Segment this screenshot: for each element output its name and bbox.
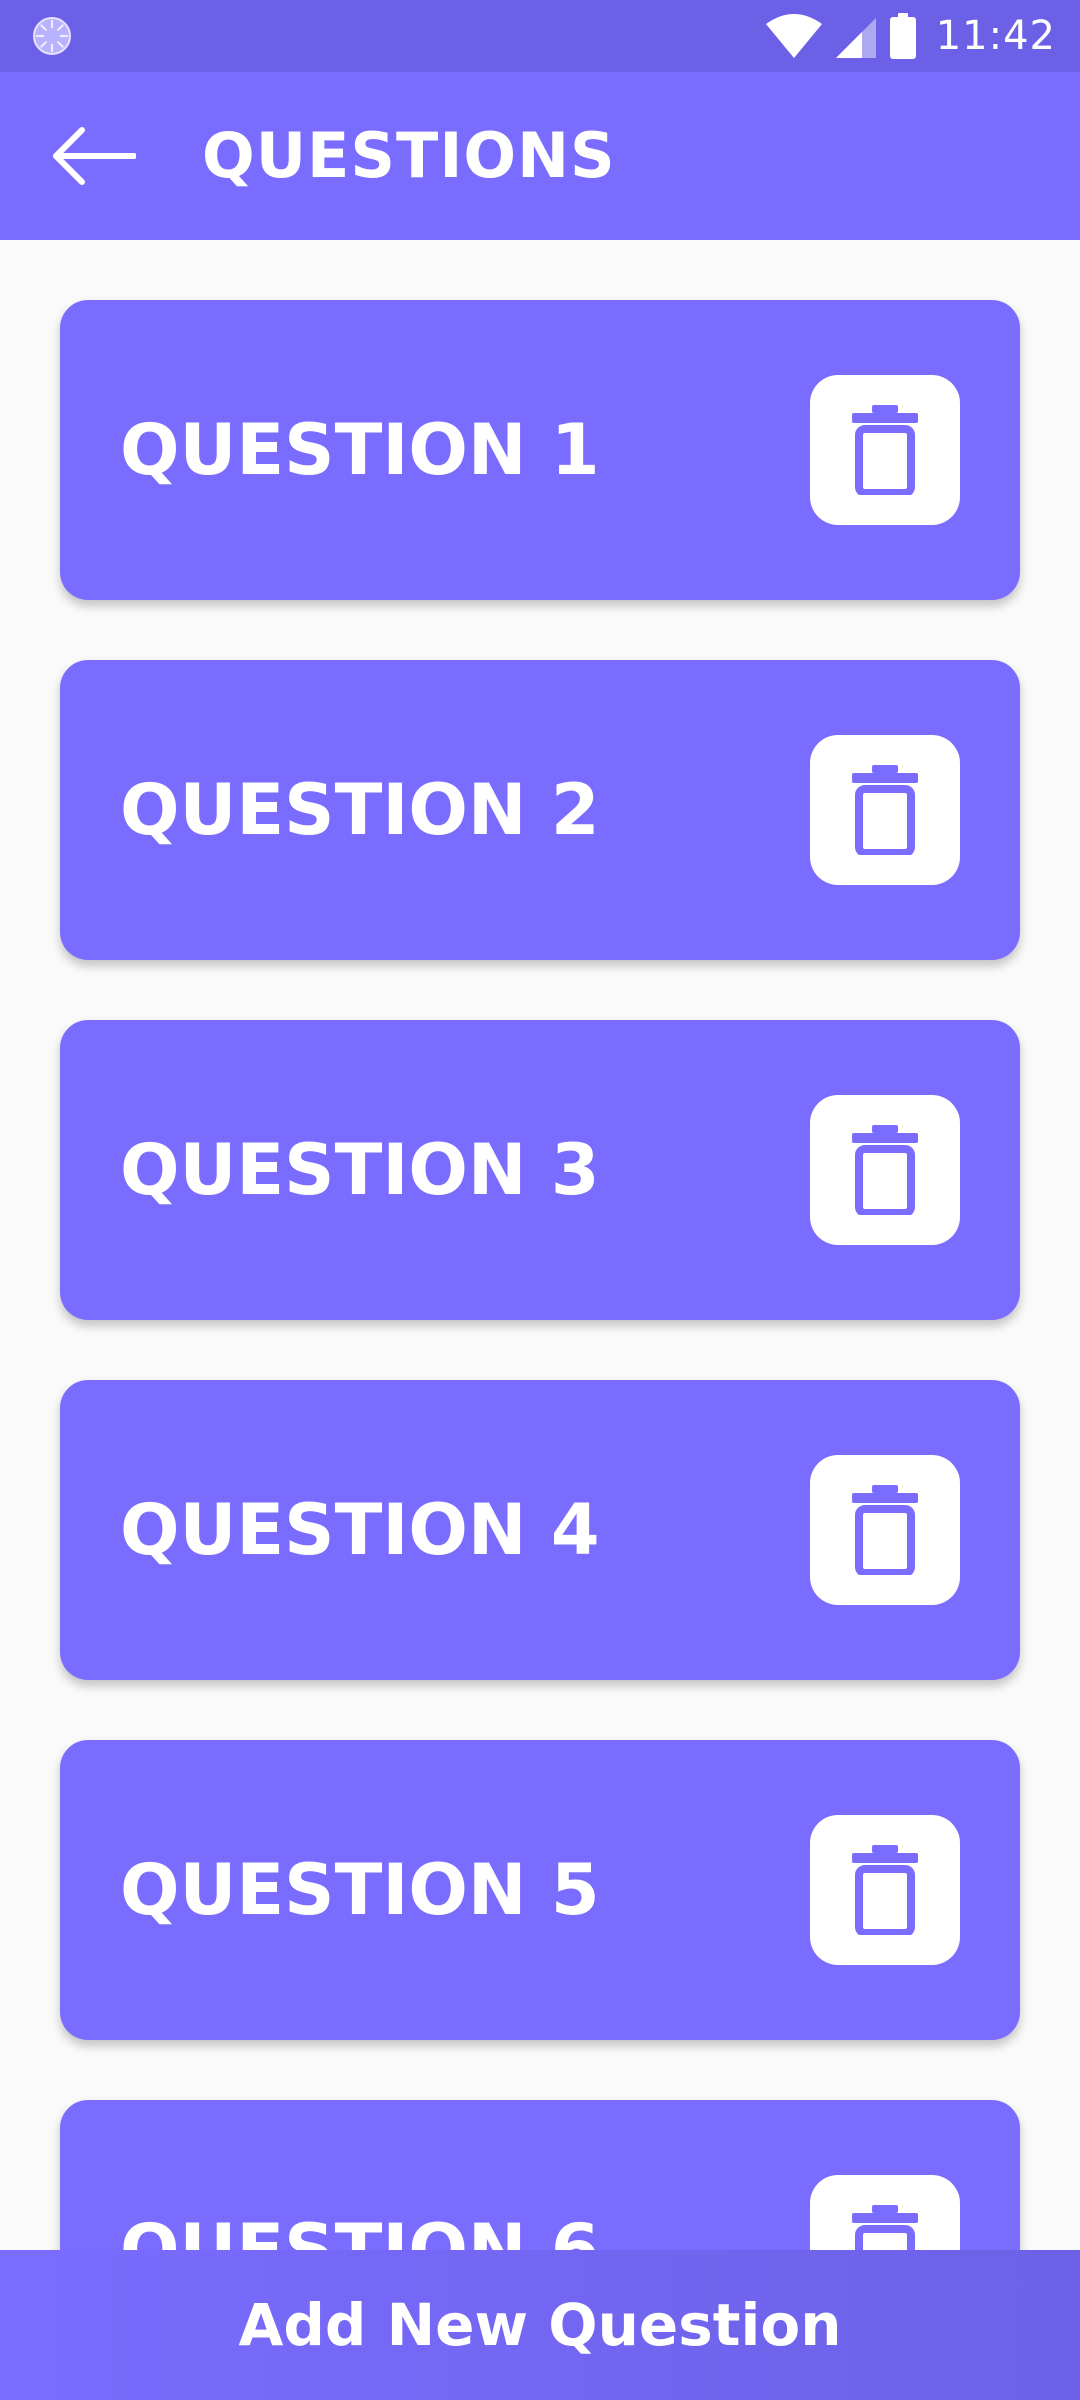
status-icons: 11:42 — [765, 0, 1056, 72]
question-item-3[interactable]: QUESTION 3 — [60, 1020, 1020, 1320]
trash-icon — [852, 1485, 918, 1575]
trash-icon — [852, 2205, 918, 2250]
trash-icon — [852, 405, 918, 495]
question-label: QUESTION 3 — [120, 1129, 600, 1211]
trash-icon — [852, 1125, 918, 1215]
trash-icon — [852, 765, 918, 855]
delete-question-button[interactable] — [810, 375, 960, 525]
delete-question-button[interactable] — [810, 735, 960, 885]
wifi-icon — [765, 14, 822, 58]
question-item-2[interactable]: QUESTION 2 — [60, 660, 1020, 960]
back-button[interactable] — [44, 116, 144, 196]
trash-icon — [852, 1845, 918, 1935]
battery-icon — [889, 13, 916, 59]
page-title: QUESTIONS — [202, 119, 616, 192]
questions-screen: 11:42 QUESTIONS QUESTION 1 QUESTION 2 QU… — [0, 0, 1080, 2400]
loading-spinner-icon — [33, 17, 71, 55]
add-question-button[interactable]: Add New Question — [0, 2250, 1080, 2400]
question-list[interactable]: QUESTION 1 QUESTION 2 QUESTION 3 QUESTIO… — [0, 240, 1080, 2250]
question-label: QUESTION 4 — [120, 1489, 600, 1571]
question-label: QUESTION 6 — [120, 2209, 600, 2250]
question-item-1[interactable]: QUESTION 1 — [60, 300, 1020, 600]
delete-question-button[interactable] — [810, 1815, 960, 1965]
question-item-5[interactable]: QUESTION 5 — [60, 1740, 1020, 2040]
question-label: QUESTION 2 — [120, 769, 600, 851]
status-time: 11:42 — [935, 13, 1056, 59]
app-bar: QUESTIONS — [0, 72, 1080, 240]
question-label: QUESTION 5 — [120, 1849, 600, 1931]
status-bar: 11:42 — [0, 0, 1080, 72]
question-label: QUESTION 1 — [120, 409, 600, 491]
signal-icon — [835, 18, 876, 58]
delete-question-button[interactable] — [810, 2175, 960, 2250]
delete-question-button[interactable] — [810, 1455, 960, 1605]
question-item-4[interactable]: QUESTION 4 — [60, 1380, 1020, 1680]
arrow-left-icon — [53, 127, 136, 185]
delete-question-button[interactable] — [810, 1095, 960, 1245]
question-item-6[interactable]: QUESTION 6 — [60, 2100, 1020, 2250]
